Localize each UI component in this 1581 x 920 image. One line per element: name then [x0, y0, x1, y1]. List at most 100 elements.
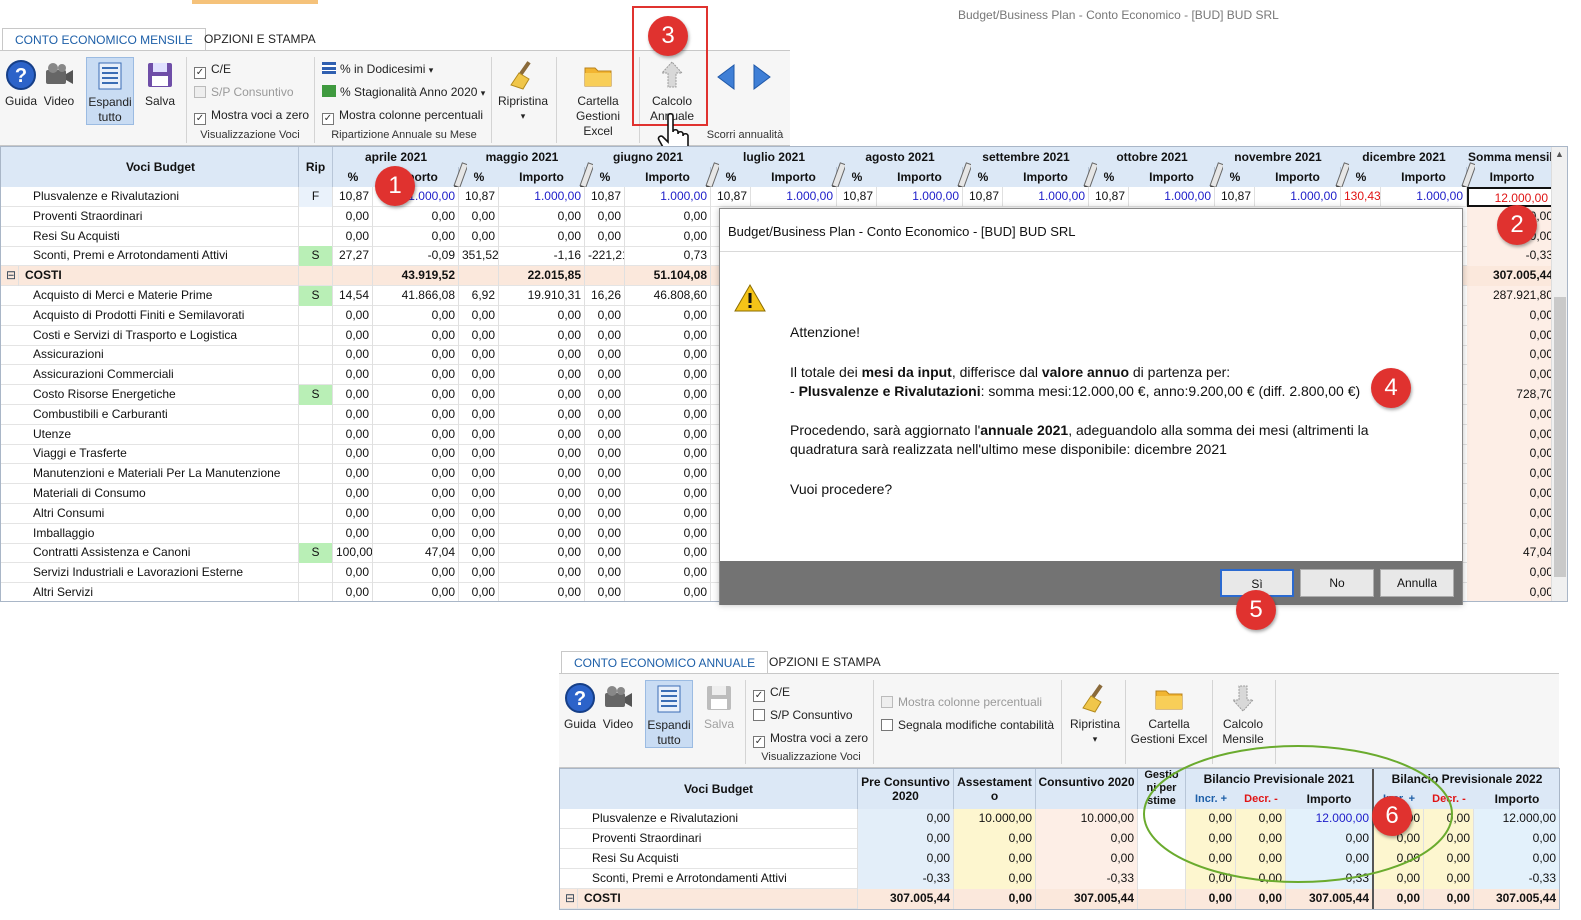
value-cell[interactable]: 0,00 [1186, 889, 1236, 909]
value-cell: 0,00 [1036, 849, 1138, 869]
cartella-gestioni-excel-button[interactable]: Cartella Gestioni Excel [1129, 682, 1209, 747]
ce-checkbox[interactable]: ✓ C/E [753, 684, 790, 702]
pct-cell: 0,00 [333, 503, 373, 524]
mostra-voci-zero-checkbox[interactable]: ✓ Mostra voci a zero [753, 730, 868, 748]
stagionalita-dropdown[interactable]: % Stagionalità Anno 2020 ▾ [322, 84, 485, 101]
importo-cell: 0,00 [625, 226, 711, 247]
value-cell: -0,33 [858, 869, 954, 889]
importo-cell: 0,00 [499, 404, 585, 425]
header-importo: Importo [625, 167, 711, 187]
checkbox-empty-icon [753, 709, 765, 721]
scroll-up-icon[interactable]: ▲ [1555, 149, 1564, 159]
pct-cell: 0,00 [333, 325, 373, 346]
vertical-scrollbar[interactable]: ▲ [1551, 147, 1567, 601]
scrollbar-thumb[interactable] [1554, 297, 1566, 577]
previous-year-button[interactable] [712, 63, 740, 94]
importo-input: 1.000,00 [877, 187, 963, 207]
bottom-tabs-bar: CONTO ECONOMICO ANNUALE OPZIONI E STAMPA [559, 650, 1559, 674]
row-label: Proventi Straordinari [23, 206, 299, 227]
video-label: Video [602, 717, 634, 731]
value-cell: 0,00 [1474, 849, 1559, 869]
ripristina-button[interactable]: Ripristina ▾ [496, 59, 550, 124]
value-cell[interactable]: 0,00 [1236, 889, 1286, 909]
cartella-gestioni-excel-button[interactable]: Cartella Gestioni Excel [560, 59, 636, 139]
sp-consuntivo-checkbox[interactable]: S/P Consuntivo [194, 84, 294, 100]
ripristina-button[interactable]: Ripristina ▾ [1067, 682, 1123, 747]
dialog-question: Vuoi procedere? [790, 481, 893, 497]
ce-checkbox[interactable]: ✓ C/E [194, 61, 231, 79]
next-year-button[interactable] [748, 63, 776, 94]
value-cell[interactable]: 0,00 [1374, 889, 1424, 909]
value-cell[interactable]: 0,00 [954, 869, 1036, 889]
svg-text:?: ? [15, 65, 27, 87]
pct-cell: 0,00 [585, 404, 625, 425]
value-cell[interactable]: 10.000,00 [954, 809, 1036, 829]
tab-opzioni-stampa-annuale[interactable]: OPZIONI E STAMPA [757, 651, 893, 673]
pct-cell: 0,00 [333, 305, 373, 326]
pct-cell: 0,00 [333, 385, 373, 405]
annulla-button[interactable]: Annulla [1380, 569, 1454, 597]
ripristina-label: Ripristina [1069, 717, 1120, 731]
header-importo: Importo [499, 167, 585, 187]
row-label: Plusvalenze e Rivalutazioni [580, 809, 858, 829]
salva-label: Salva [144, 94, 176, 108]
espandi-tutto-button[interactable]: Espandi tutto [645, 680, 693, 748]
separator [1125, 680, 1126, 764]
importo-cell: 0,00 [499, 484, 585, 504]
group-ripartizione: Ripartizione Annuale su Mese [331, 129, 477, 141]
pct-cell: 0,00 [459, 325, 499, 346]
pct-cell: 0,00 [585, 523, 625, 544]
pct-cell: 0,00 [585, 563, 625, 584]
value-cell: 307.005,44 [858, 889, 954, 909]
video-label: Video [43, 94, 75, 108]
tab-conto-economico-mensile[interactable]: CONTO ECONOMICO MENSILE [2, 28, 206, 50]
rip-flag: S [299, 246, 333, 267]
value-cell [1138, 889, 1186, 909]
section-row-costi: ⊟ COSTI 307.005,44 0,00 307.005,44 0,00 0,00 30… [560, 889, 1559, 909]
dialog-divider [720, 251, 1462, 252]
tab-opzioni-stampa[interactable]: OPZIONI E STAMPA [192, 28, 328, 50]
segnala-modifiche-checkbox[interactable]: Segnala modifiche contabilità [881, 717, 1054, 733]
mostra-voci-zero-checkbox[interactable]: ✓ Mostra voci a zero [194, 107, 309, 125]
collapse-icon[interactable]: ⊟ [562, 889, 578, 909]
row-label: Manutenzioni e Materiali Per La Manutenz… [23, 464, 299, 485]
tab-conto-economico-annuale[interactable]: CONTO ECONOMICO ANNUALE [561, 651, 769, 673]
mostra-colonne-percentuali-checkbox[interactable]: ✓ Mostra colonne percentuali [322, 107, 483, 125]
video-button[interactable]: Video [601, 682, 635, 732]
importo-cell: 0,00 [373, 345, 459, 366]
header-month: luglio 2021 [711, 147, 837, 167]
value-cell[interactable]: 0,00 [954, 829, 1036, 849]
pct-cell: 0,00 [585, 543, 625, 564]
guida-button[interactable]: ? Guida [4, 59, 38, 109]
value-cell[interactable]: 0,00 [954, 889, 1036, 909]
sp-consuntivo-checkbox[interactable]: S/P Consuntivo [753, 707, 853, 723]
video-button[interactable]: Video [42, 59, 76, 109]
dialog-attenzione: Attenzione! [790, 324, 861, 340]
guida-label: Guida [563, 717, 597, 731]
pct-cell: 0,00 [585, 325, 625, 346]
pct-cell: 10,87 [459, 187, 499, 207]
checkbox-empty-icon [881, 696, 893, 708]
mostra-colonne-percentuali-checkbox[interactable]: Mostra colonne percentuali [881, 694, 1042, 710]
importo-cell: 0,00 [373, 523, 459, 544]
calcolo-mensile-button[interactable]: Calcolo Mensile [1215, 682, 1271, 747]
dodicesimi-dropdown[interactable]: % in Dodicesimi ▾ [322, 61, 433, 78]
salva-button[interactable]: Salva [142, 59, 178, 109]
pct-cell: 0,00 [333, 484, 373, 504]
somma-cell: 0,00 [1467, 305, 1557, 326]
espandi-tutto-button[interactable]: Espandi tutto [86, 57, 134, 125]
header-month: ottobre 2021 [1089, 147, 1215, 167]
guida-button[interactable]: ? Guida [563, 682, 597, 732]
header-month: dicembre 2021 [1341, 147, 1467, 167]
no-button[interactable]: No [1300, 569, 1374, 597]
pct-cell: 0,00 [585, 226, 625, 247]
value-cell[interactable]: 0,00 [1424, 889, 1474, 909]
checkbox-empty-icon [194, 86, 206, 98]
rip-flag: S [299, 543, 333, 564]
pct-cell: 0,00 [459, 365, 499, 386]
zero-label: Mostra voci a zero [211, 108, 310, 122]
header-importo: Importo [1003, 167, 1089, 187]
value-cell[interactable]: 0,00 [954, 849, 1036, 869]
salva-button[interactable]: Salva [701, 682, 737, 732]
importo-cell: 0,00 [625, 464, 711, 485]
